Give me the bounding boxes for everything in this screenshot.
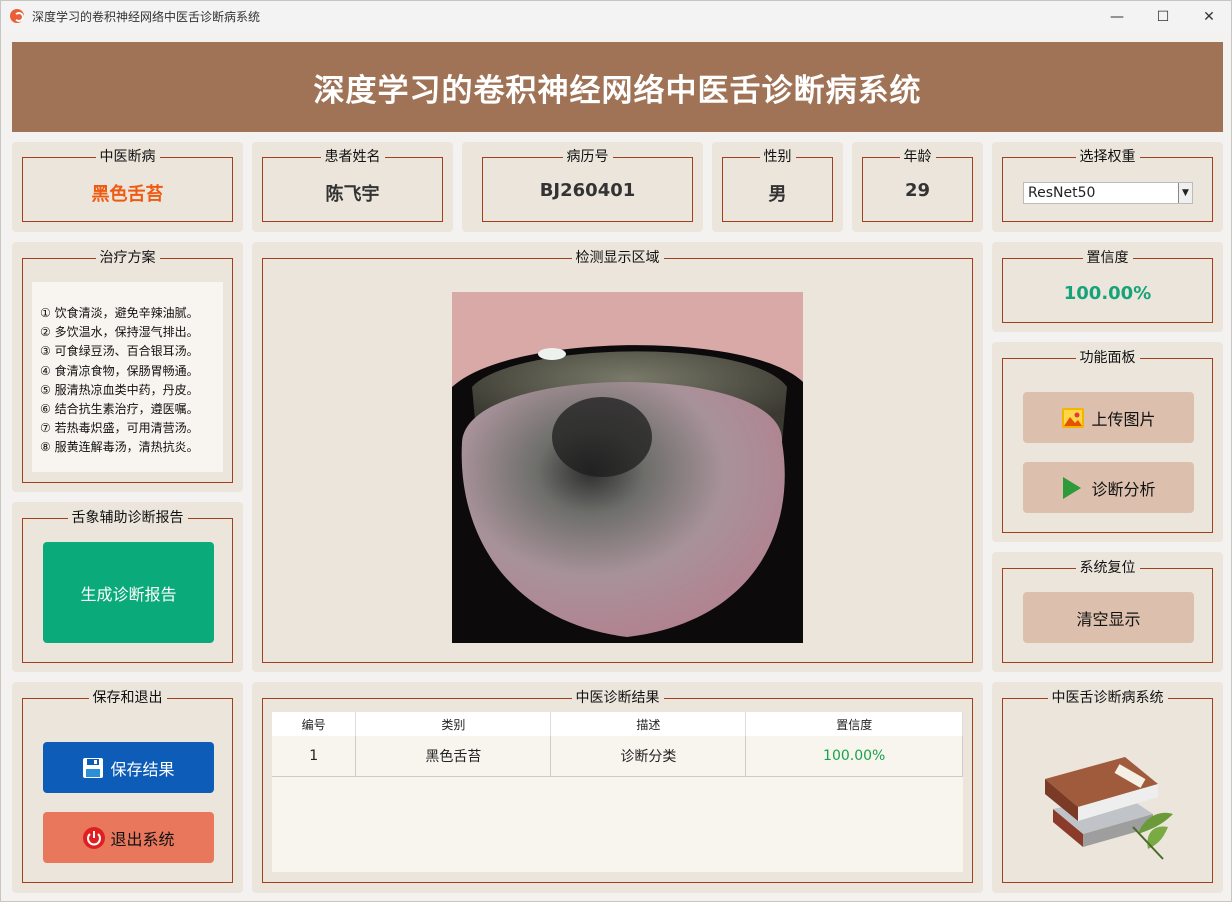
table-cell: 诊断分类 bbox=[550, 736, 747, 777]
name-label: 患者姓名 bbox=[320, 149, 385, 165]
record-value: BJ260401 bbox=[539, 180, 636, 201]
books-icon bbox=[1045, 757, 1173, 860]
table-cell: 100.00% bbox=[745, 736, 963, 777]
gender-panel: 性别 男 bbox=[712, 142, 843, 232]
detect-title: 检测显示区域 bbox=[571, 250, 664, 266]
age-value: 29 bbox=[904, 180, 931, 201]
results-table: 编号 类别 描述 置信度 1 黑色舌苔 诊断分类 100.00% bbox=[272, 712, 963, 872]
system-title: 深度学习的卷积神经网络中医舌诊断病系统 bbox=[313, 72, 922, 109]
diagnosis-panel: 中医断病 黑色舌苔 bbox=[12, 142, 243, 232]
gender-label: 性别 bbox=[759, 149, 796, 165]
upload-button-label: 上传图片 bbox=[1091, 409, 1156, 429]
table-row[interactable]: 1 黑色舌苔 诊断分类 100.00% bbox=[272, 736, 963, 777]
record-panel: 病历号 BJ260401 bbox=[462, 142, 703, 232]
treatment-panel: 治疗方案 ① 饮食清淡，避免辛辣油腻。 ② 多饮温水，保持湿气排出。 ③ 可食绿… bbox=[12, 242, 243, 492]
dropdown-arrow-icon[interactable]: ▼ bbox=[1178, 183, 1192, 203]
exit-button[interactable]: 退出系统 bbox=[43, 812, 214, 863]
column-header[interactable]: 类别 bbox=[355, 712, 552, 736]
name-value: 陈飞宇 bbox=[325, 184, 380, 205]
window-title: 深度学习的卷积神经网络中医舌诊断病系统 bbox=[32, 10, 261, 24]
weight-label: 选择权重 bbox=[1075, 149, 1140, 165]
tongue-image bbox=[452, 292, 803, 643]
report-panel: 舌象辅助诊断报告 生成诊断报告 bbox=[12, 502, 243, 672]
confidence-title: 置信度 bbox=[1082, 250, 1133, 266]
logo-panel: 中医舌诊断病系统 bbox=[992, 682, 1223, 893]
reset-panel: 系统复位 清空显示 bbox=[992, 552, 1223, 672]
maximize-icon[interactable]: ☐ bbox=[1140, 1, 1186, 32]
upload-button[interactable]: 上传图片 bbox=[1023, 392, 1194, 443]
record-label: 病历号 bbox=[562, 149, 613, 165]
play-icon bbox=[1063, 476, 1082, 499]
diagnose-button-label: 诊断分析 bbox=[1091, 479, 1156, 499]
clear-button[interactable]: 清空显示 bbox=[1023, 592, 1194, 643]
save-button[interactable]: 保存结果 bbox=[43, 742, 214, 793]
treatment-title: 治疗方案 bbox=[95, 250, 160, 266]
gender-value: 男 bbox=[768, 184, 787, 205]
title-bar: 深度学习的卷积神经网络中医舌诊断病系统 — ☐ ✕ bbox=[1, 1, 1231, 32]
treatment-item: ⑧ 服黄连解毒汤，清热抗炎。 bbox=[40, 440, 199, 455]
save-exit-panel: 保存和退出 保存结果 退出系统 bbox=[12, 682, 243, 893]
results-panel: 中医诊断结果 编号 类别 描述 置信度 1 黑色舌苔 诊断分类 100.00% bbox=[252, 682, 983, 893]
table-header-row: 编号 类别 描述 置信度 bbox=[272, 712, 963, 736]
diagnosis-label: 中医断病 bbox=[95, 149, 160, 165]
diagnose-button[interactable]: 诊断分析 bbox=[1023, 462, 1194, 513]
weight-select-value: ResNet50 bbox=[1028, 185, 1096, 201]
treatment-list: ① 饮食清淡，避免辛辣油腻。 ② 多饮温水，保持湿气排出。 ③ 可食绿豆汤、百合… bbox=[32, 282, 223, 472]
column-header[interactable]: 描述 bbox=[550, 712, 747, 736]
weight-panel: 选择权重 ResNet50 ▼ bbox=[992, 142, 1223, 232]
reset-title: 系统复位 bbox=[1075, 560, 1140, 576]
treatment-item: ⑤ 服清热凉血类中药，丹皮。 bbox=[40, 382, 199, 397]
save-exit-title: 保存和退出 bbox=[88, 690, 167, 706]
functions-title: 功能面板 bbox=[1075, 350, 1140, 366]
treatment-item: ① 饮食清淡，避免辛辣油腻。 bbox=[40, 306, 199, 320]
image-icon bbox=[1062, 407, 1085, 428]
logo-title: 中医舌诊断病系统 bbox=[1047, 690, 1168, 706]
table-cell: 1 bbox=[272, 736, 357, 777]
close-icon[interactable]: ✕ bbox=[1186, 1, 1232, 32]
confidence-panel: 置信度 100.00% bbox=[992, 242, 1223, 332]
treatment-item: ③ 可食绿豆汤、百合银耳汤。 bbox=[40, 344, 199, 359]
treatment-item: ④ 食清凉食物，保肠胃畅通。 bbox=[40, 363, 199, 378]
floppy-icon bbox=[83, 757, 104, 778]
treatment-item: ⑥ 结合抗生素治疗，遵医嘱。 bbox=[40, 402, 199, 417]
minimize-icon[interactable]: — bbox=[1094, 1, 1140, 32]
report-title: 舌象辅助诊断报告 bbox=[67, 510, 188, 526]
functions-panel: 功能面板 上传图片 诊断分析 bbox=[992, 342, 1223, 542]
app-icon bbox=[10, 9, 24, 23]
diagnosis-value: 黑色舌苔 bbox=[91, 184, 164, 205]
age-label: 年龄 bbox=[899, 149, 936, 165]
confidence-value: 100.00% bbox=[1063, 283, 1152, 304]
detect-panel: 检测显示区域 bbox=[252, 242, 983, 672]
age-panel: 年龄 29 bbox=[852, 142, 983, 232]
weight-select[interactable]: ResNet50 ▼ bbox=[1023, 182, 1193, 204]
power-icon bbox=[83, 826, 106, 849]
results-title: 中医诊断结果 bbox=[571, 690, 664, 706]
table-cell: 黑色舌苔 bbox=[355, 736, 552, 777]
app-window: 深度学习的卷积神经网络中医舌诊断病系统 — ☐ ✕ 深度学习的卷积神经网络中医舌… bbox=[0, 0, 1232, 902]
generate-report-button[interactable]: 生成诊断报告 bbox=[43, 542, 214, 643]
treatment-item: ⑦ 若热毒炽盛，可用清营汤。 bbox=[40, 421, 199, 436]
save-button-label: 保存结果 bbox=[110, 759, 175, 779]
name-panel: 患者姓名 陈飞宇 bbox=[252, 142, 453, 232]
column-header[interactable]: 编号 bbox=[272, 712, 357, 736]
column-header[interactable]: 置信度 bbox=[745, 712, 963, 736]
header-banner: 深度学习的卷积神经网络中医舌诊断病系统 bbox=[12, 42, 1223, 132]
treatment-item: ② 多饮温水，保持湿气排出。 bbox=[40, 325, 199, 340]
exit-button-label: 退出系统 bbox=[110, 829, 175, 849]
